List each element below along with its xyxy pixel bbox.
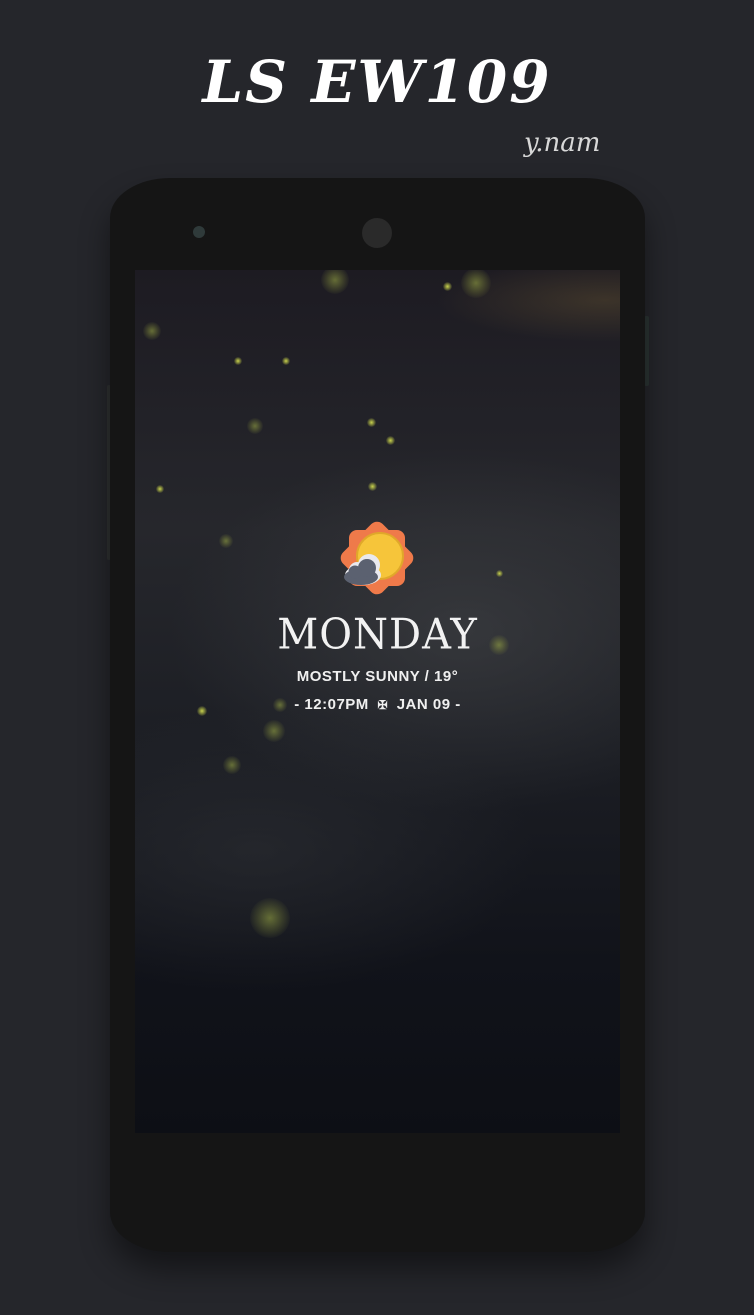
firefly-glow <box>386 436 395 445</box>
author-signature: y.nam <box>524 128 601 158</box>
firefly-glow <box>234 357 242 365</box>
firefly-glow <box>461 270 491 298</box>
firefly-glow <box>223 756 241 774</box>
separator-icon: ✠ <box>377 698 389 712</box>
firefly-glow <box>367 418 376 427</box>
firefly-glow <box>219 534 233 548</box>
firefly-glow <box>250 898 290 938</box>
poster-title: LS EW109 <box>202 48 552 116</box>
time-date-line: - 12:07PM ✠ JAN 09 - <box>135 696 620 713</box>
partly-cloudy-sun-icon <box>340 521 414 595</box>
firefly-glow <box>368 482 377 491</box>
firefly-glow <box>321 270 349 294</box>
front-camera <box>362 218 392 248</box>
date-text: JAN 09 - <box>396 696 461 713</box>
firefly-glow <box>496 570 503 577</box>
day-of-week: MONDAY <box>277 610 478 660</box>
firefly-glow <box>156 485 164 493</box>
time-text: - 12:07PM <box>294 696 369 713</box>
firefly-glow <box>143 322 161 340</box>
sensor-dot <box>193 226 205 238</box>
firefly-glow <box>282 357 290 365</box>
firefly-glow <box>443 282 452 291</box>
firefly-glow <box>247 418 263 434</box>
weather-condition: MOSTLY SUNNY / 19° <box>296 668 459 685</box>
firefly-glow <box>263 720 285 742</box>
